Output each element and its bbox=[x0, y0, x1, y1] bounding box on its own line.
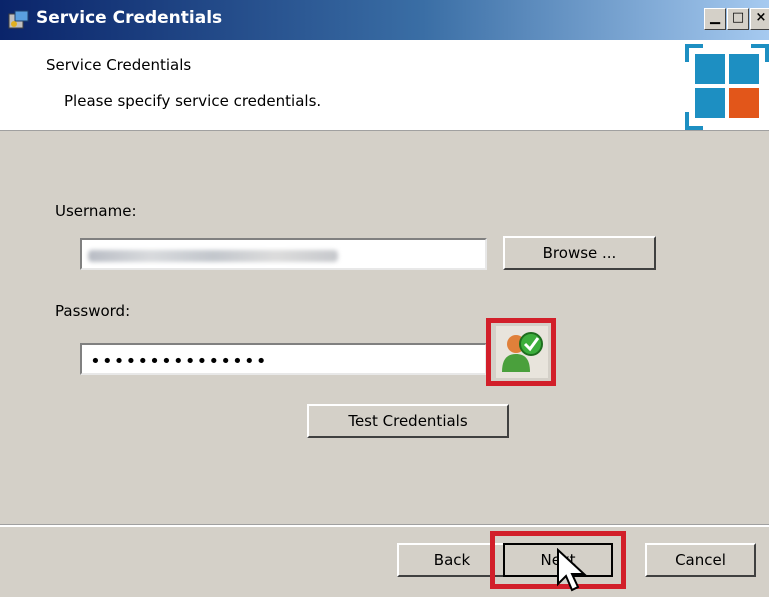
maximize-icon: □ bbox=[731, 10, 745, 25]
wizard-header: Service Credentials Please specify servi… bbox=[0, 40, 769, 131]
test-credentials-button[interactable]: Test Credentials bbox=[307, 404, 509, 438]
installer-icon bbox=[8, 10, 29, 29]
username-field[interactable] bbox=[80, 238, 487, 270]
service-credentials-window: Service Credentials ▁ □ × Service Creden… bbox=[0, 0, 769, 597]
maximize-button[interactable]: □ bbox=[727, 8, 749, 30]
credential-status-highlight bbox=[486, 318, 556, 386]
close-icon: × bbox=[755, 10, 767, 25]
username-value bbox=[88, 250, 338, 262]
minimize-icon: ▁ bbox=[710, 10, 720, 25]
username-label: Username: bbox=[55, 202, 137, 220]
cancel-button[interactable]: Cancel bbox=[645, 543, 756, 577]
product-logo-icon bbox=[685, 44, 769, 130]
footer-separator bbox=[0, 524, 769, 527]
window-title: Service Credentials bbox=[36, 8, 223, 28]
minimize-button[interactable]: ▁ bbox=[704, 8, 726, 30]
password-value: ••••••••••••••• bbox=[90, 351, 268, 372]
close-button[interactable]: × bbox=[750, 8, 769, 30]
browse-button[interactable]: Browse ... bbox=[503, 236, 656, 270]
mouse-cursor-icon bbox=[557, 548, 587, 592]
password-field[interactable]: ••••••••••••••• bbox=[80, 343, 487, 375]
password-label: Password: bbox=[55, 302, 131, 320]
header-title: Service Credentials bbox=[46, 56, 192, 74]
title-bar[interactable]: Service Credentials ▁ □ × bbox=[0, 0, 769, 40]
header-subtitle: Please specify service credentials. bbox=[64, 92, 322, 110]
